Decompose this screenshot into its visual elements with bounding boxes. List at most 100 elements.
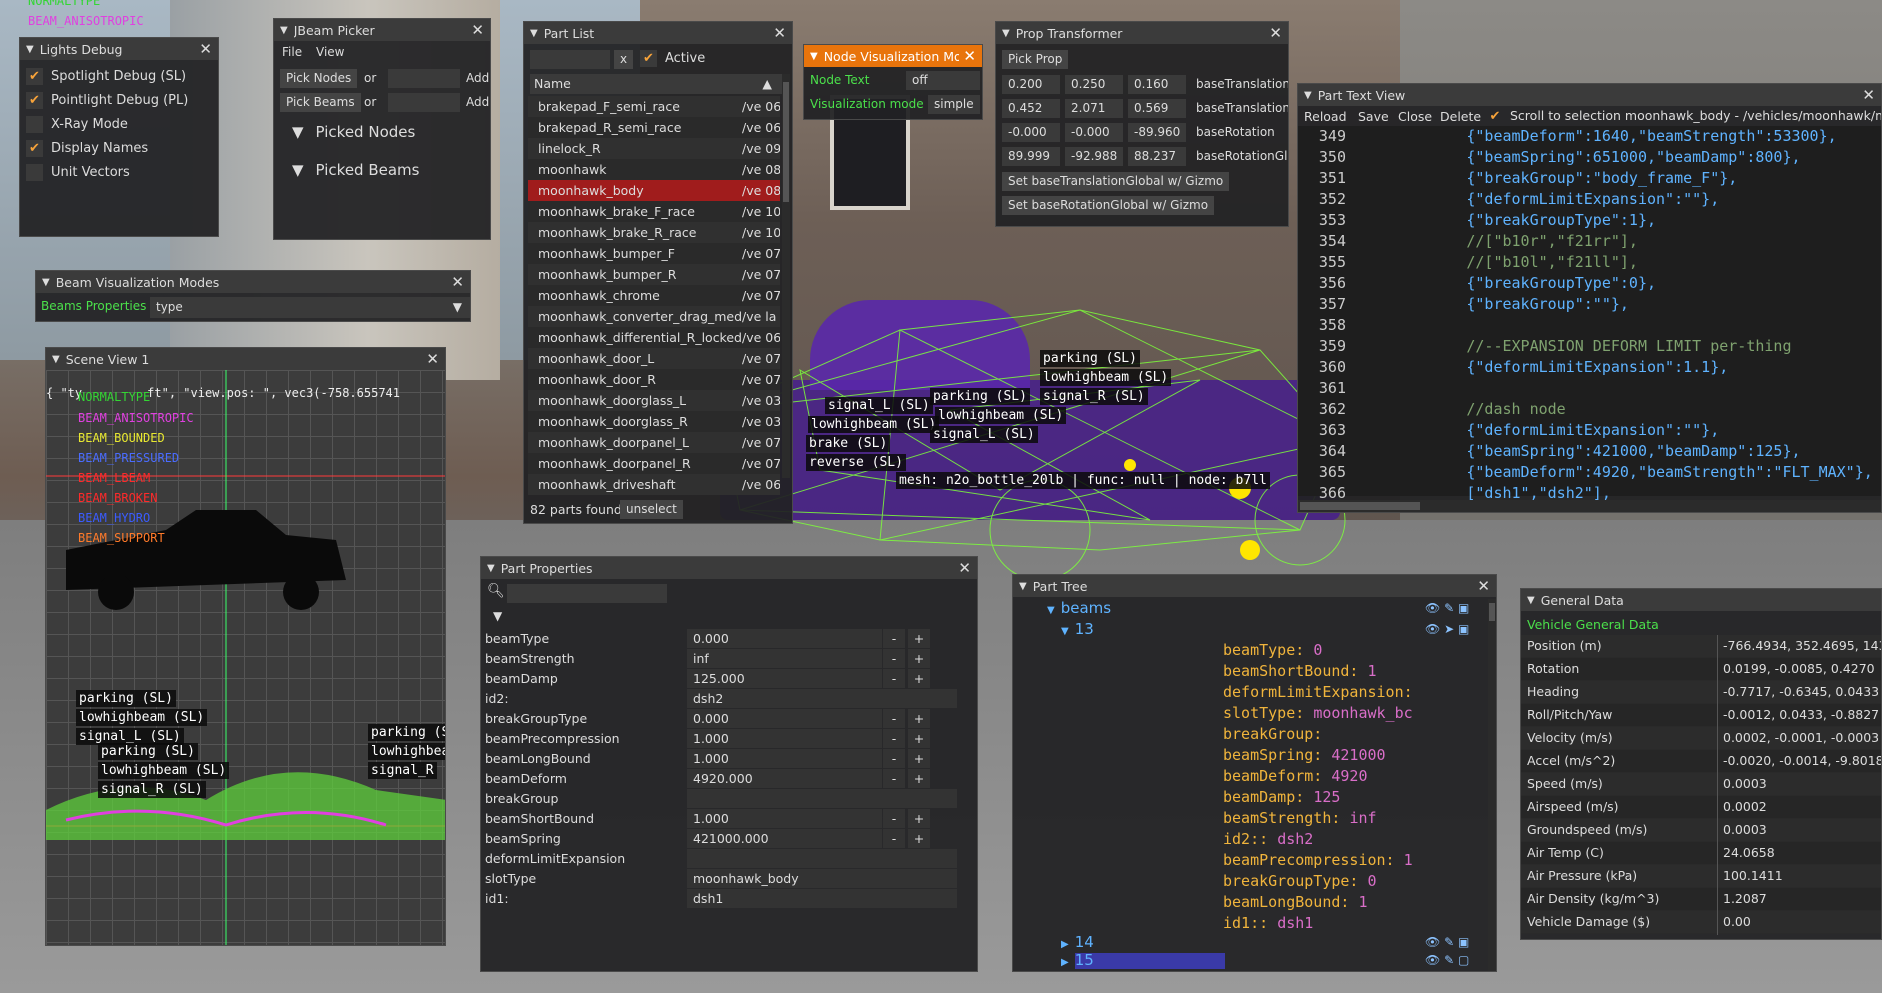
close-icon[interactable]: ✕ [1269, 24, 1282, 42]
property-value-input[interactable] [687, 849, 957, 868]
decrement-button[interactable]: - [883, 629, 905, 648]
property-value-input[interactable]: 1.000 [687, 749, 882, 768]
horizontal-scrollbar[interactable] [1298, 500, 1881, 512]
pick-beams-input[interactable] [388, 93, 460, 112]
frame-icon[interactable]: ▣ [1458, 601, 1469, 615]
part-list-item[interactable]: moonhawk_brake_R_race/ve 10 [528, 222, 780, 243]
pick-nodes-input[interactable] [388, 69, 460, 88]
close-icon[interactable]: ✕ [426, 350, 439, 368]
part-list-item[interactable]: moonhawk_doorglass_L/ve 03 [528, 390, 780, 411]
sort-up-icon[interactable]: ▲ [762, 74, 772, 94]
property-value-input[interactable] [687, 789, 957, 808]
part-list-item[interactable]: brakepad_R_semi_race/ve 06 [528, 117, 780, 138]
properties-search-input[interactable] [507, 584, 667, 603]
prop-row1-b[interactable]: 2.071 [1065, 99, 1123, 118]
check-icon[interactable]: ✔ [640, 50, 657, 67]
reload-button[interactable]: Reload [1304, 109, 1347, 124]
close-icon[interactable]: ✕ [963, 47, 976, 65]
increment-button[interactable]: + [908, 809, 930, 828]
part-list-item[interactable]: brakepad_F_semi_race/ve 06 [528, 96, 780, 117]
check-icon[interactable]: ✔ [26, 68, 43, 85]
part-list-item[interactable]: moonhawk_driveshaft/ve 06 [528, 474, 780, 495]
decrement-button[interactable]: - [883, 809, 905, 828]
pick-prop-button[interactable]: Pick Prop [1002, 50, 1069, 69]
increment-button[interactable]: + [908, 829, 930, 848]
prop-row2-a[interactable]: -0.000 [1002, 123, 1060, 142]
vis-mode-select[interactable]: simple [928, 95, 980, 114]
decrement-button[interactable]: - [883, 769, 905, 788]
set-rotation-gizmo-button[interactable]: Set baseRotationGlobal w/ Gizmo [1002, 196, 1215, 215]
frame-icon[interactable]: ▣ [1458, 622, 1469, 636]
tree-node-13[interactable]: ▼ 13 [1061, 620, 1094, 638]
menu-file[interactable]: File [282, 45, 302, 59]
part-list-item[interactable]: moonhawk_doorpanel_L/ve 07 [528, 432, 780, 453]
increment-button[interactable]: + [908, 649, 930, 668]
increment-button[interactable]: + [908, 769, 930, 788]
part-search-input[interactable] [530, 50, 610, 69]
part-list-item[interactable]: moonhawk_door_L/ve 07 [528, 348, 780, 369]
pick-beams-button[interactable]: Pick Beams [280, 93, 361, 112]
collapse-triangle-icon[interactable]: ▼ [487, 563, 495, 574]
beams-properties-select[interactable]: type ▼ [150, 297, 470, 318]
tree-property[interactable]: breakGroupType: 0 [1223, 872, 1377, 890]
check-icon[interactable]: ✔ [1488, 109, 1502, 124]
prop-row0-c[interactable]: 0.160 [1128, 75, 1186, 94]
close-icon[interactable]: ✕ [199, 40, 212, 58]
collapse-triangle-icon[interactable]: ▼ [280, 25, 288, 36]
tree-property[interactable]: beamDamp: 125 [1223, 788, 1340, 806]
lights-debug-titlebar[interactable]: ▼ Lights Debug ✕ [20, 38, 218, 60]
tree-property[interactable]: breakGroup: [1223, 725, 1322, 743]
collapse-triangle-icon[interactable]: ▼ [26, 44, 34, 55]
prop-row1-a[interactable]: 0.452 [1002, 99, 1060, 118]
part-list-item[interactable]: moonhawk_body/ve 08 [528, 180, 780, 201]
checkbox-pointlight-debug[interactable]: ✔ Pointlight Debug (PL) [26, 92, 188, 109]
increment-button[interactable]: + [908, 669, 930, 688]
increment-button[interactable]: + [908, 629, 930, 648]
tree-actions-14[interactable]: 👁︎ ✎ ▣ [1425, 935, 1469, 949]
active-checkbox[interactable]: ✔ Active [640, 50, 705, 67]
tree-scrollbar[interactable] [1488, 599, 1496, 971]
eye-icon[interactable]: 👁︎ [1425, 953, 1440, 967]
decrement-button[interactable]: - [883, 749, 905, 768]
frame-icon[interactable]: ▣ [1458, 935, 1469, 949]
jbeam-picker-titlebar[interactable]: ▼ JBeam Picker ✕ [274, 19, 490, 41]
prop-row0-a[interactable]: 0.200 [1002, 75, 1060, 94]
tree-actions-13[interactable]: 👁︎ ➤ ▣ [1425, 622, 1469, 636]
collapse-triangle-icon[interactable]: ▼ [1527, 595, 1535, 606]
checkbox-display-names[interactable]: ✔ Display Names [26, 140, 148, 157]
collapse-triangle-icon[interactable]: ▼ [810, 51, 818, 62]
property-value-input[interactable]: 421000.000 [687, 829, 882, 848]
tree-property[interactable]: beamType: 0 [1223, 641, 1322, 659]
close-icon[interactable]: ✕ [471, 21, 484, 39]
beam-vis-titlebar[interactable]: ▼ Beam Visualization Modes ✕ [36, 271, 470, 293]
node-text-select[interactable]: off [906, 71, 980, 90]
check-icon[interactable]: ✔ [26, 140, 43, 157]
clear-search-button[interactable]: x [614, 50, 634, 69]
unselect-button[interactable]: unselect [620, 500, 683, 519]
pick-nodes-button[interactable]: Pick Nodes [280, 69, 358, 88]
increment-button[interactable]: + [908, 729, 930, 748]
prop-row2-b[interactable]: -0.000 [1065, 123, 1123, 142]
checkbox-empty[interactable] [26, 116, 43, 133]
send-icon[interactable]: ➤ [1444, 622, 1454, 636]
close-button[interactable]: Close [1398, 109, 1432, 124]
increment-button[interactable]: + [908, 749, 930, 768]
decrement-button[interactable]: - [883, 729, 905, 748]
tree-actions-beams[interactable]: 👁︎ ✎ ▣ [1425, 601, 1469, 615]
property-value-input[interactable]: inf [687, 649, 882, 668]
decrement-button[interactable]: - [883, 669, 905, 688]
eye-icon[interactable]: 👁︎ [1425, 935, 1440, 949]
increment-button[interactable]: + [908, 709, 930, 728]
scene-view-titlebar[interactable]: ▼ Scene View 1 ✕ [46, 348, 445, 370]
close-icon[interactable]: ✕ [1862, 86, 1875, 104]
add-beams-button[interactable]: Add [466, 95, 489, 109]
part-list-item[interactable]: moonhawk/ve 08 [528, 159, 780, 180]
close-icon[interactable]: ✕ [958, 559, 971, 577]
eye-icon[interactable]: 👁︎ [1425, 622, 1440, 636]
part-list-item[interactable]: moonhawk_doorglass_R/ve 03 [528, 411, 780, 432]
collapse-triangle-icon[interactable]: ▼ [530, 28, 538, 39]
close-icon[interactable]: ✕ [451, 273, 464, 291]
decrement-button[interactable]: - [883, 649, 905, 668]
tree-property[interactable]: beamPrecompression: 1 [1223, 851, 1413, 869]
part-list-item[interactable]: moonhawk_bumper_R/ve 07 [528, 264, 780, 285]
